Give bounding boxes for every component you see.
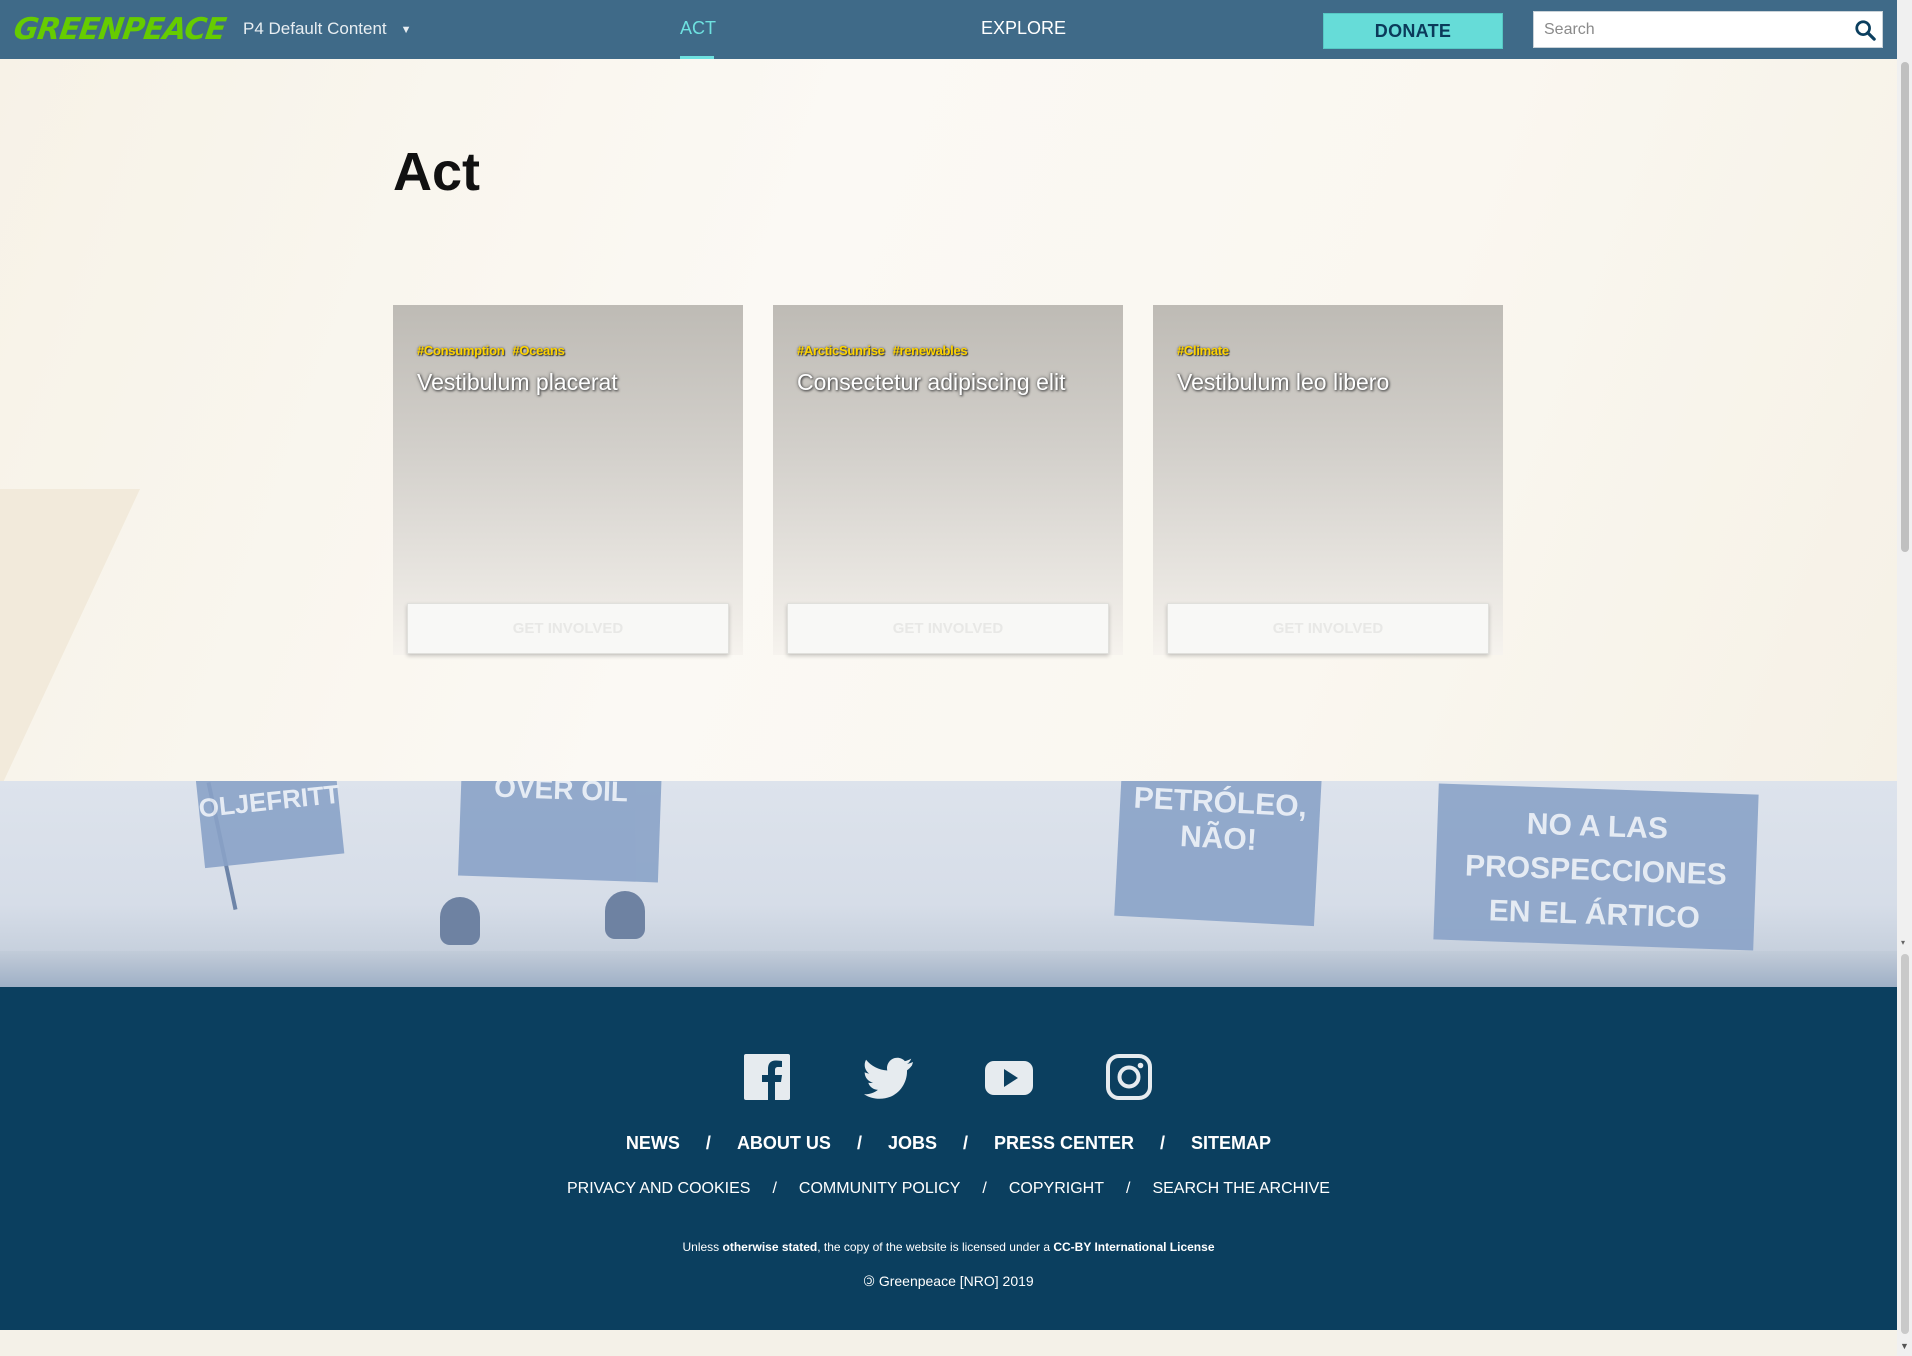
- donate-button[interactable]: DONATE: [1323, 13, 1503, 49]
- campaign-card[interactable]: #ArcticSunrise #renewables Consectetur ad…: [773, 305, 1123, 655]
- get-involved-button[interactable]: GET INVOLVED: [787, 603, 1109, 654]
- card-title[interactable]: Vestibulum placerat: [417, 369, 618, 396]
- get-involved-button[interactable]: GET INVOLVED: [1167, 603, 1489, 654]
- greenpeace-logo[interactable]: GREENPEACE: [12, 12, 228, 47]
- copyright-notice: 🄯 Greenpeace [NRO] 2019: [0, 1271, 1897, 1291]
- site-selector-dropdown[interactable]: P4 Default Content ▼: [243, 19, 412, 39]
- protest-banner: PETRÓLEO, NÃO!: [1114, 781, 1322, 927]
- footer-link-jobs[interactable]: JOBS: [888, 1133, 937, 1153]
- scrollbar-thumb[interactable]: [1901, 62, 1909, 552]
- swimmer: [605, 891, 645, 939]
- separator: /: [1160, 1133, 1166, 1153]
- card-title[interactable]: Vestibulum leo libero: [1177, 369, 1389, 396]
- scroll-down-arrow-icon[interactable]: ▼: [1900, 1341, 1909, 1351]
- caret-down-icon: ▼: [400, 24, 412, 36]
- twitter-icon[interactable]: [864, 1054, 914, 1100]
- separator: /: [1126, 1180, 1131, 1197]
- page-scrollbar[interactable]: ▾ ▼: [1897, 0, 1912, 1356]
- scrollbar-track-segment: [1901, 954, 1909, 1334]
- tag-link[interactable]: #Climate: [1177, 343, 1229, 358]
- facebook-icon[interactable]: [744, 1054, 790, 1100]
- footer-secondary-links: PRIVACY AND COOKIES / COMMUNITY POLICY / COP…: [0, 1180, 1897, 1198]
- nav-explore-link[interactable]: EXPLORE: [981, 18, 1066, 39]
- license-otherwise-link[interactable]: otherwise stated: [723, 1240, 818, 1254]
- footer-link-sitemap[interactable]: SITEMAP: [1191, 1133, 1271, 1153]
- separator: /: [962, 1133, 968, 1153]
- footer-link-search-archive[interactable]: SEARCH THE ARCHIVE: [1152, 1180, 1330, 1197]
- footer-link-press-center[interactable]: PRESS CENTER: [994, 1133, 1134, 1153]
- license-text: , the copy of the website is licensed un…: [817, 1240, 1054, 1254]
- tag-link[interactable]: #Oceans: [512, 343, 564, 358]
- tag-link[interactable]: #Consumption: [417, 343, 505, 358]
- footer-link-community-policy[interactable]: COMMUNITY POLICY: [799, 1180, 961, 1197]
- footer-photo-banner: OLJEFRITT OVER OIL PETRÓLEO, NÃO! NO A L…: [0, 781, 1897, 987]
- water-surface: [0, 951, 1897, 987]
- footer-link-privacy[interactable]: PRIVACY AND COOKIES: [567, 1180, 750, 1197]
- campaign-card[interactable]: #Climate Vestibulum leo libero GET INVOL…: [1153, 305, 1503, 655]
- search-field: [1533, 11, 1883, 48]
- footer-main-links: NEWS / ABOUT US / JOBS / PRESS CENTER / SITEMAP: [0, 1133, 1897, 1154]
- protest-banner: NO A LAS PROSPECCIONES EN EL ÁRTICO: [1433, 783, 1759, 951]
- swimmer: [440, 897, 480, 945]
- nav-act-link[interactable]: ACT: [680, 18, 716, 39]
- scroll-down-arrow-icon[interactable]: ▾: [1901, 938, 1909, 947]
- tag-link[interactable]: #renewables: [893, 343, 968, 358]
- license-notice: Unless otherwise stated, the copy of the…: [0, 1240, 1897, 1254]
- card-title[interactable]: Consectetur adipiscing elit: [797, 369, 1065, 396]
- search-icon[interactable]: [1854, 19, 1876, 41]
- top-navigation-bar: GREENPEACE P4 Default Content ▼ ACT EXPLO…: [0, 0, 1897, 59]
- license-cc-link[interactable]: CC-BY International License: [1053, 1240, 1214, 1254]
- separator: /: [982, 1180, 987, 1197]
- footer-link-about-us[interactable]: ABOUT US: [737, 1133, 831, 1153]
- instagram-icon[interactable]: [1106, 1054, 1152, 1100]
- separator: /: [772, 1180, 777, 1197]
- tag-link[interactable]: #ArcticSunrise: [797, 343, 885, 358]
- page-title: Act: [393, 142, 481, 202]
- decorative-shape: [0, 489, 140, 781]
- copyright-text: Greenpeace [NRO] 2019: [878, 1273, 1034, 1289]
- search-input[interactable]: [1534, 12, 1834, 47]
- get-involved-button[interactable]: GET INVOLVED: [407, 603, 729, 654]
- youtube-icon[interactable]: [984, 1054, 1034, 1100]
- site-selector-label: P4 Default Content: [243, 19, 387, 38]
- footer-link-news[interactable]: NEWS: [626, 1133, 680, 1153]
- footer-link-copyright[interactable]: COPYRIGHT: [1009, 1180, 1104, 1197]
- separator: /: [705, 1133, 711, 1153]
- site-footer: NEWS / ABOUT US / JOBS / PRESS CENTER / SITEMAP …: [0, 987, 1897, 1330]
- page-bottom-strip: [0, 1330, 1897, 1356]
- campaign-card[interactable]: #Consumption #Oceans Vestibulum placerat …: [393, 305, 743, 655]
- hero-section: Act #Consumption #Oceans Vestibulum place…: [0, 59, 1897, 781]
- copyleft-icon: 🄯: [863, 1273, 875, 1289]
- card-tags: #Climate: [1177, 343, 1237, 358]
- card-tags: #ArcticSunrise #renewables: [797, 343, 975, 358]
- license-text: Unless: [682, 1240, 723, 1254]
- protest-banner: OLJEFRITT: [195, 781, 345, 869]
- card-tags: #Consumption #Oceans: [417, 343, 573, 358]
- separator: /: [856, 1133, 862, 1153]
- protest-banner: OVER OIL: [458, 781, 662, 883]
